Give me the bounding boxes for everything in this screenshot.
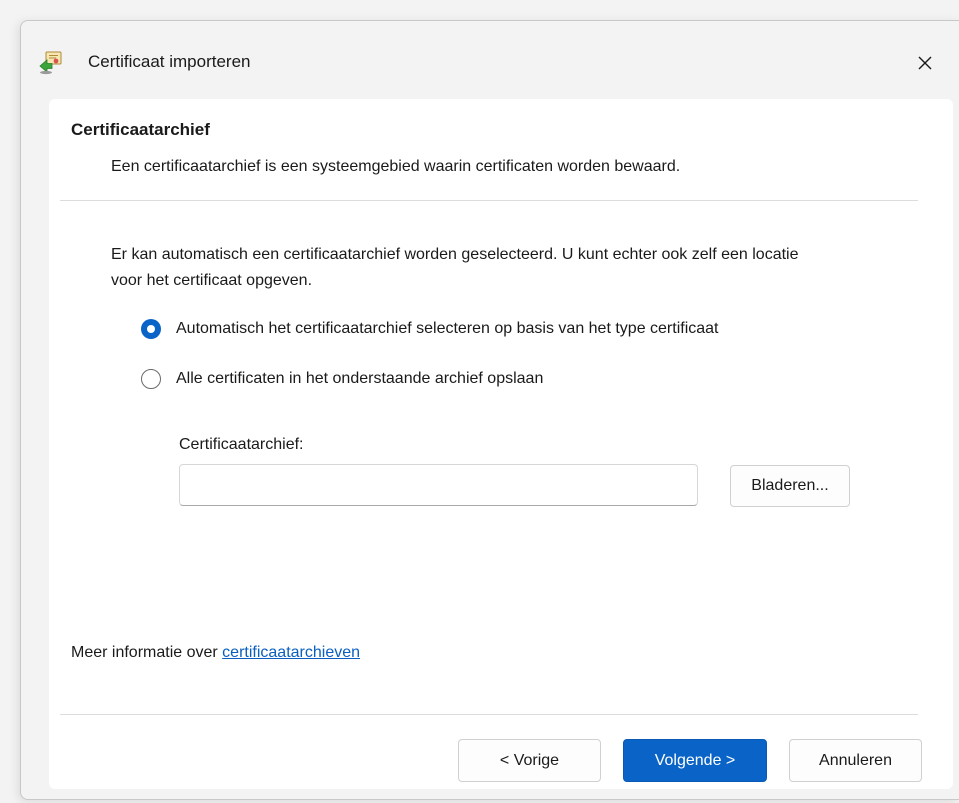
wizard-content: Certificaatarchief Een certificaatarchie…	[49, 99, 953, 789]
section-title: Certificaatarchief	[71, 120, 210, 139]
cancel-button[interactable]: Annuleren	[789, 739, 922, 782]
back-button[interactable]: < Vorige	[458, 739, 601, 782]
store-info-link[interactable]: certificaatarchieven	[222, 644, 360, 661]
certificate-store-field[interactable]	[179, 464, 698, 506]
option-auto-select[interactable]: Automatisch het certificaatarchief selec…	[141, 319, 719, 339]
option-auto-select-label: Automatisch het certificaatarchief selec…	[176, 320, 719, 337]
browse-button[interactable]: Bladeren...	[730, 465, 850, 507]
next-button[interactable]: Volgende >	[623, 739, 767, 782]
window-title: Certificaat importeren	[88, 52, 251, 71]
more-info-prefix: Meer informatie over	[71, 644, 223, 661]
intro-text: Er kan automatisch een certificaatarchie…	[111, 246, 799, 289]
title-bar: Certificaat importeren	[21, 21, 959, 99]
close-icon	[918, 56, 932, 70]
more-info: Meer informatie over certificaatarchieve…	[71, 644, 360, 662]
header-divider	[60, 200, 918, 201]
section-description: Een certificaatarchief is een systeemgeb…	[111, 158, 681, 175]
import-certificate-dialog: Certificaat importeren Certificaatarchie…	[20, 20, 959, 800]
radio-auto-select[interactable]	[141, 319, 161, 339]
footer-divider	[60, 714, 918, 715]
option-place-in-store-label: Alle certificaten in het onderstaande ar…	[176, 370, 544, 387]
close-button[interactable]	[905, 45, 945, 81]
option-place-in-store[interactable]: Alle certificaten in het onderstaande ar…	[141, 369, 543, 389]
radio-place-in-store[interactable]	[141, 369, 161, 389]
store-field-label: Certificaatarchief:	[179, 436, 304, 453]
certificate-import-icon	[38, 51, 64, 75]
